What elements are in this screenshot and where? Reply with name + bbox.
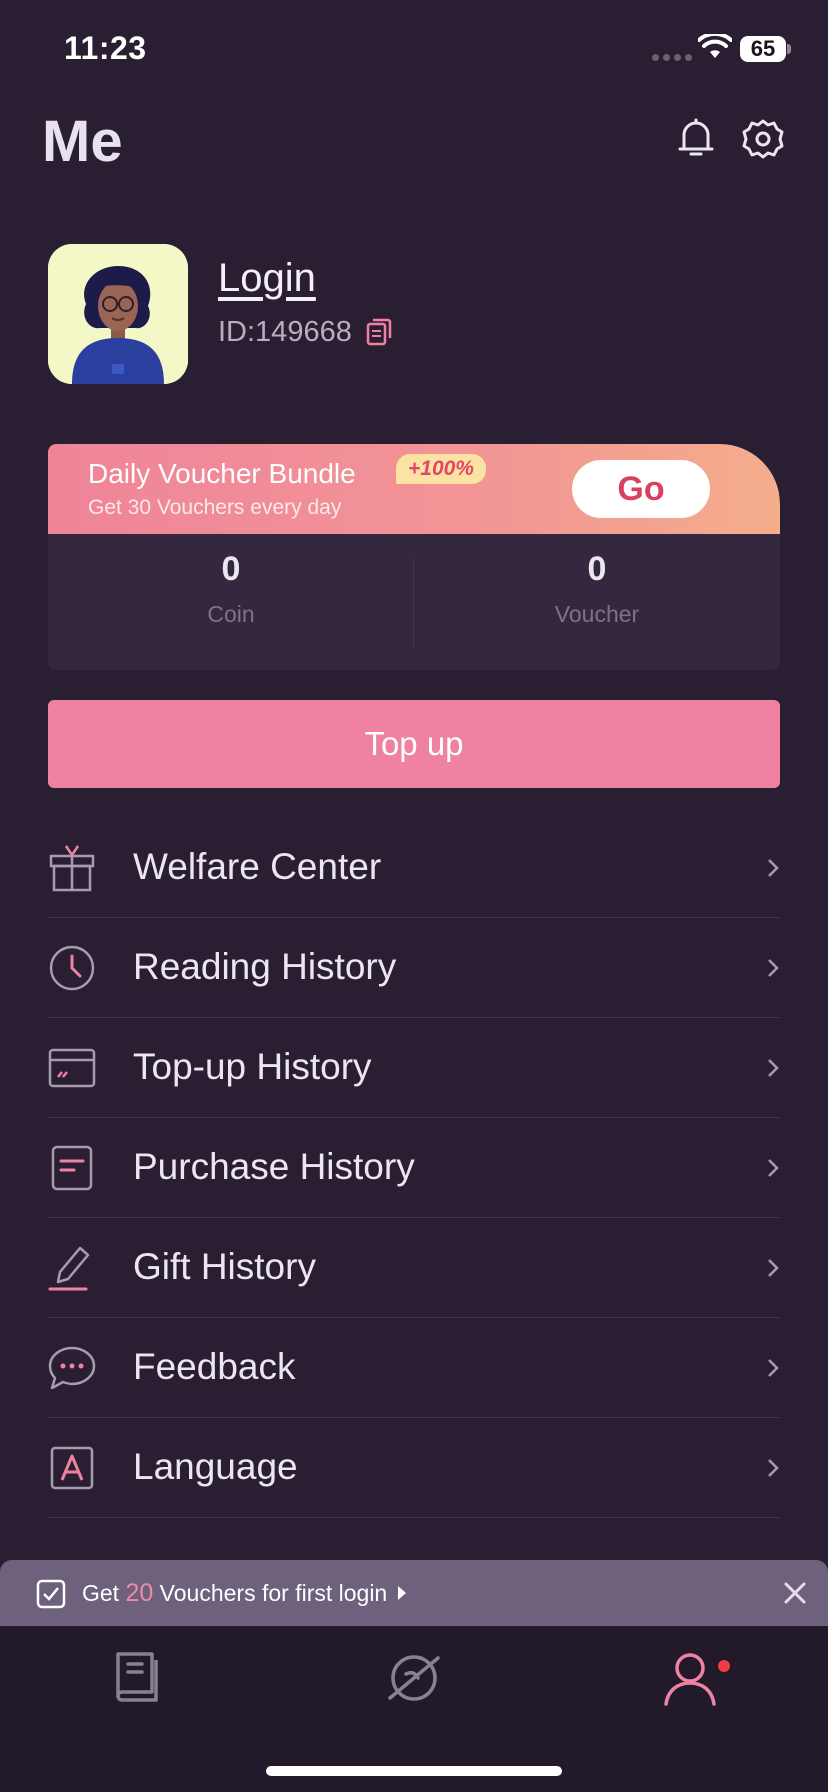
menu-item-feedback[interactable]: Feedback (48, 1318, 780, 1418)
chevron-right-icon (768, 1359, 779, 1377)
go-button[interactable]: Go (572, 460, 710, 518)
caret-right-icon (398, 1586, 406, 1600)
coin-balance[interactable]: 0 Coin (48, 550, 414, 628)
toast-prefix: Get (82, 1580, 120, 1606)
menu-item-gift-history[interactable]: Gift History (48, 1218, 780, 1318)
voucher-balance[interactable]: 0 Voucher (414, 550, 780, 628)
card-icon (48, 1048, 96, 1088)
menu-label: Language (133, 1446, 298, 1487)
first-login-toast[interactable]: Get 20 Vouchers for first login (0, 1560, 828, 1626)
chevron-right-icon (768, 1159, 779, 1177)
menu-label: Purchase History (133, 1146, 415, 1187)
toast-voucher-count: 20 (125, 1579, 154, 1607)
planet-icon[interactable] (384, 1648, 444, 1708)
chevron-right-icon (768, 959, 779, 977)
menu-list: Welfare Center Reading History Top-up Hi… (48, 818, 780, 1518)
checkbox-icon (36, 1579, 66, 1609)
user-id: ID:149668 (218, 316, 352, 348)
toast-message: Get 20 Vouchers for first login (82, 1579, 387, 1608)
voucher-value: 0 (587, 550, 607, 588)
battery-level: 65 (750, 36, 776, 61)
gift-icon (49, 845, 95, 892)
avatar[interactable] (48, 244, 188, 384)
wifi-icon (698, 34, 732, 58)
menu-item-welfare-center[interactable]: Welfare Center (48, 818, 780, 918)
bell-icon[interactable] (676, 116, 716, 160)
clock-icon (49, 945, 95, 991)
status-time: 11:23 (64, 30, 147, 66)
voucher-label: Voucher (554, 601, 640, 627)
bonus-badge: +100% (396, 454, 486, 484)
menu-item-language[interactable]: Language (48, 1418, 780, 1518)
menu-label: Welfare Center (133, 846, 382, 887)
menu-item-top-up-history[interactable]: Top-up History (48, 1018, 780, 1118)
close-icon[interactable] (782, 1580, 808, 1606)
chevron-right-icon (768, 1459, 779, 1477)
copy-icon[interactable] (366, 318, 392, 346)
notification-dot (718, 1660, 730, 1672)
status-bar: 11:23 65 (0, 0, 828, 100)
daily-voucher-banner[interactable]: Daily Voucher Bundle +100% Get 30 Vouche… (48, 444, 780, 534)
coin-value: 0 (221, 550, 241, 588)
banner-title: Daily Voucher Bundle (88, 458, 356, 489)
home-indicator (266, 1766, 562, 1776)
toast-suffix: Vouchers for first login (159, 1580, 388, 1606)
menu-label: Feedback (133, 1346, 296, 1387)
language-icon (50, 1446, 94, 1490)
page-title: Me (42, 109, 123, 174)
user-icon[interactable] (660, 1648, 720, 1708)
banner-subtitle: Get 30 Vouchers every day (88, 496, 342, 519)
coin-label: Coin (207, 601, 255, 627)
battery-icon: 65 (740, 36, 791, 62)
menu-label: Gift History (133, 1246, 316, 1287)
book-icon[interactable] (108, 1648, 168, 1708)
chevron-right-icon (768, 859, 779, 877)
cellular-signal-icon (652, 54, 692, 61)
login-link[interactable]: Login (218, 256, 316, 301)
chevron-right-icon (768, 1059, 779, 1077)
pen-icon (48, 1246, 90, 1291)
chat-bubble-icon (48, 1346, 96, 1390)
menu-item-reading-history[interactable]: Reading History (48, 918, 780, 1018)
gear-icon[interactable] (742, 118, 784, 160)
top-up-button[interactable]: Top up (48, 700, 780, 788)
menu-label: Reading History (133, 946, 397, 987)
chevron-right-icon (768, 1259, 779, 1277)
receipt-icon (51, 1145, 93, 1191)
menu-label: Top-up History (133, 1046, 372, 1087)
voucher-card: Daily Voucher Bundle +100% Get 30 Vouche… (48, 444, 780, 670)
menu-item-purchase-history[interactable]: Purchase History (48, 1118, 780, 1218)
